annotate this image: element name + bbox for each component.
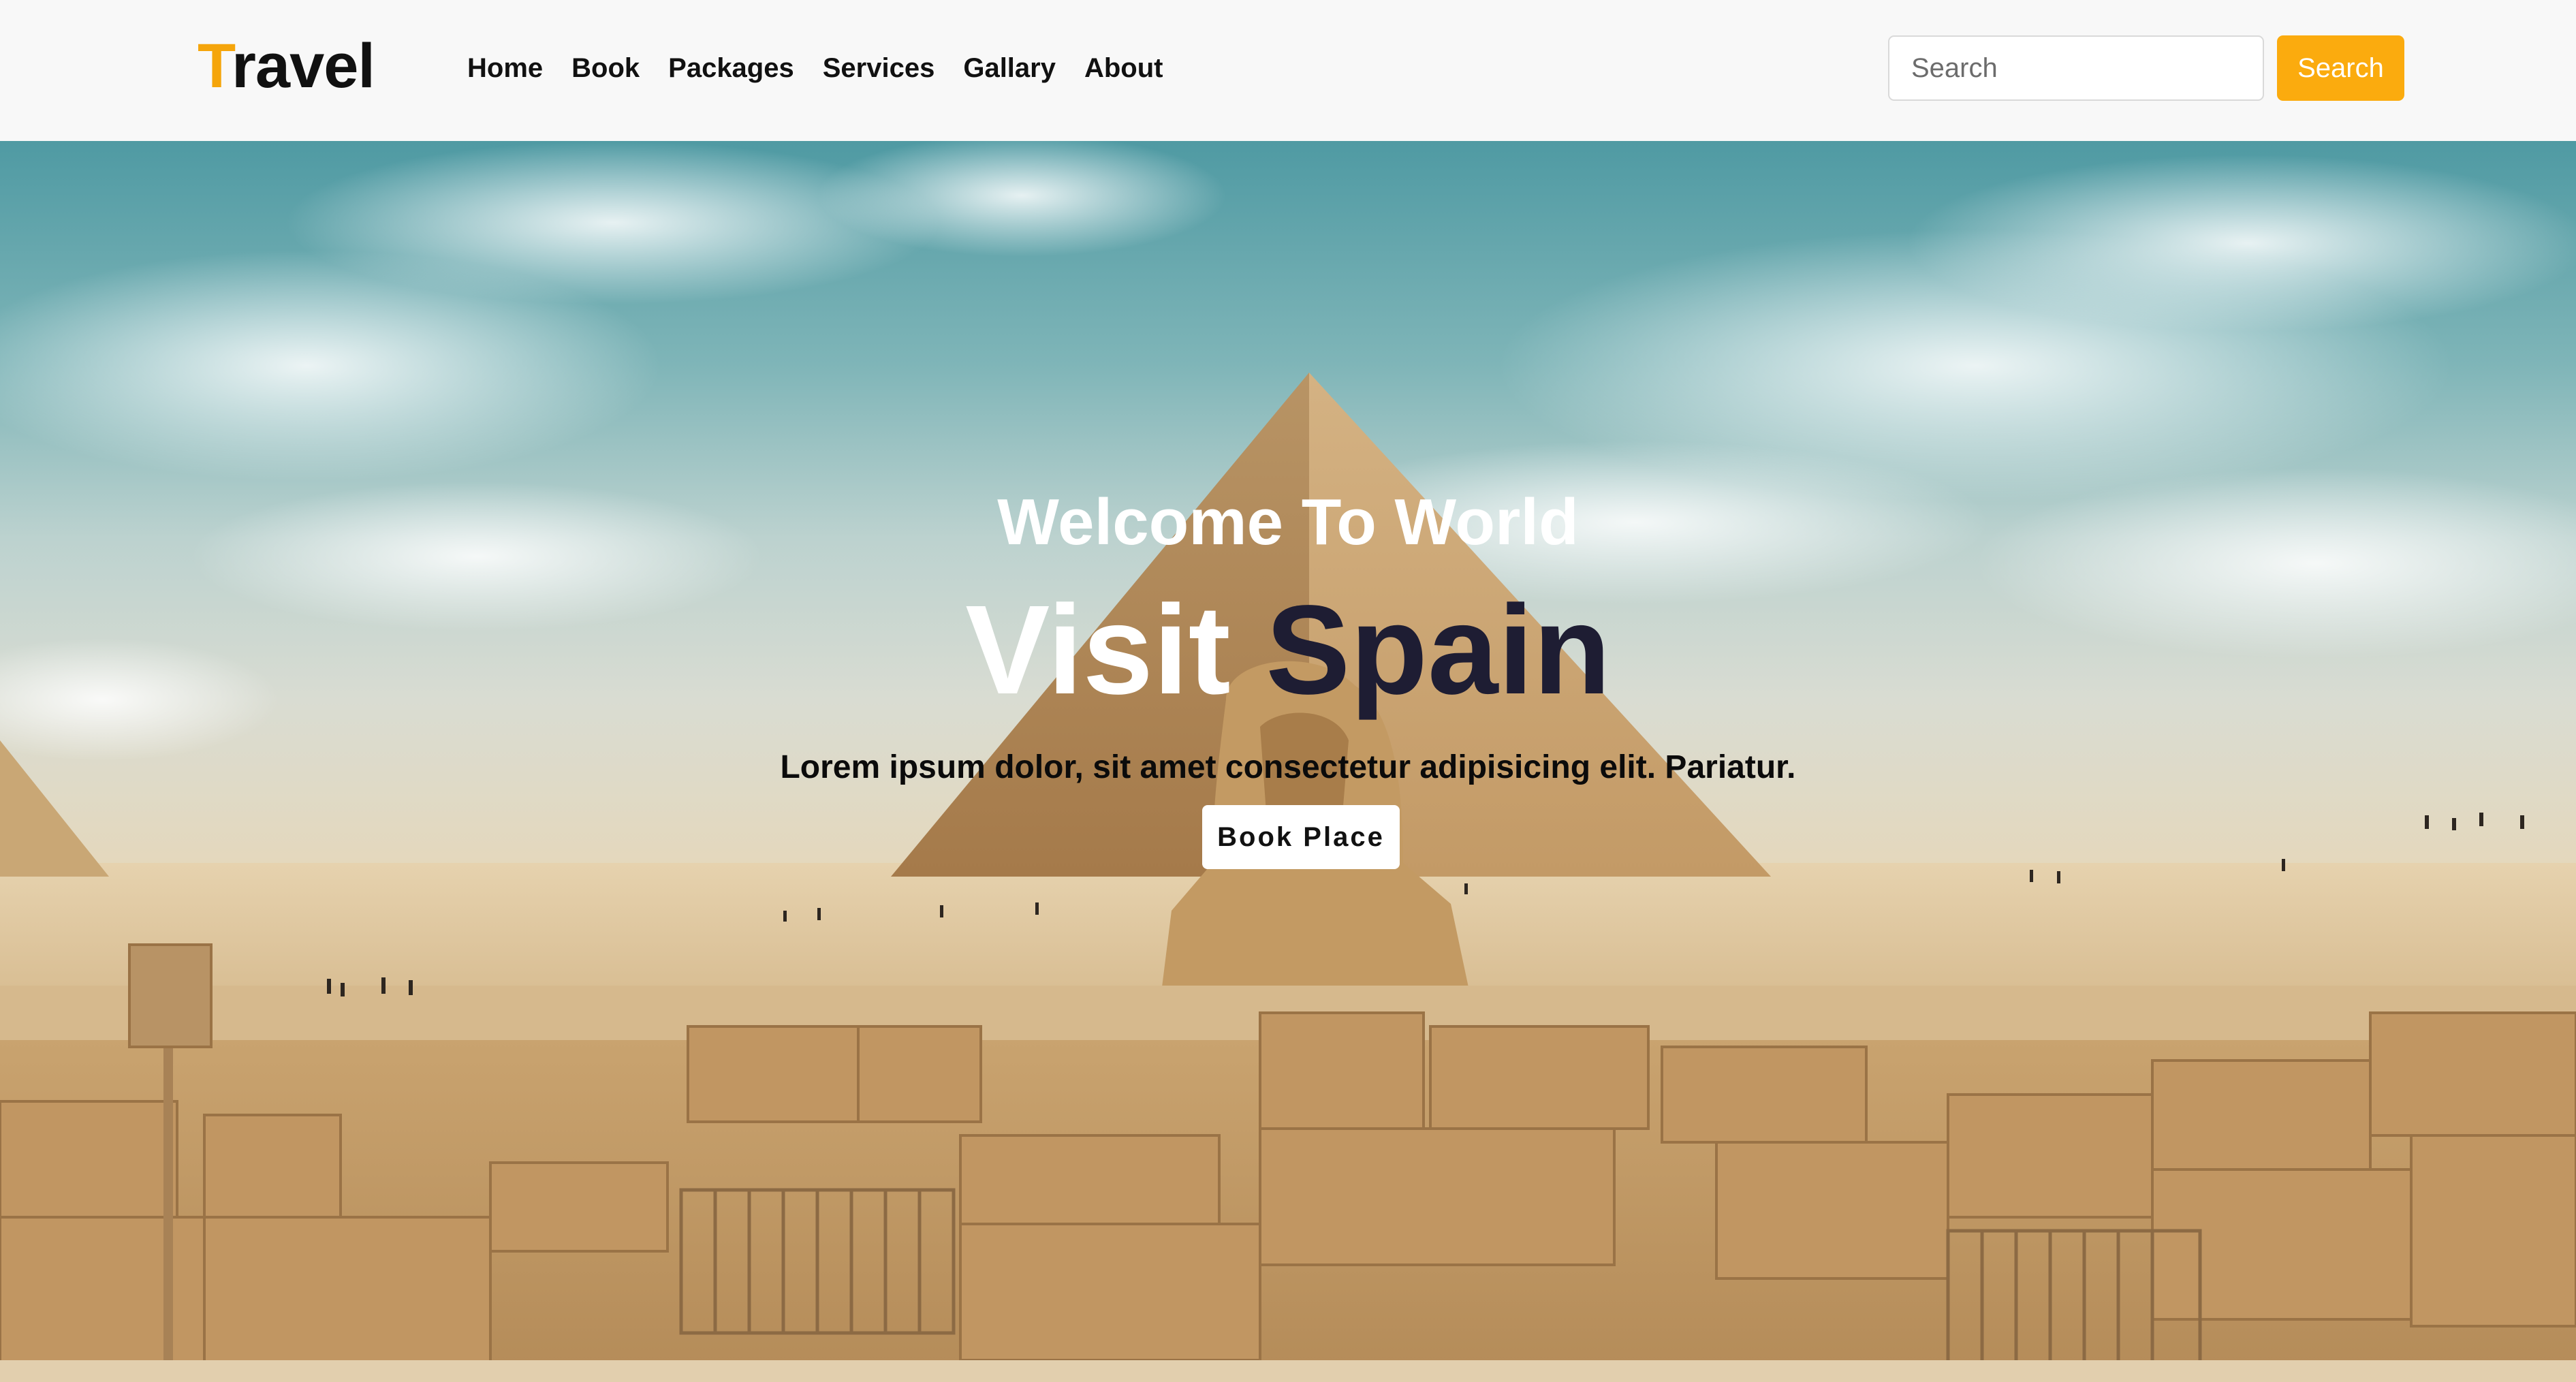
search-input[interactable] bbox=[1888, 35, 2264, 101]
nav-link-services[interactable]: Services bbox=[823, 48, 935, 89]
brand-logo-rest: ravel bbox=[232, 31, 375, 101]
hero-section: Welcome To World Visit Spain Lorem ipsum… bbox=[0, 141, 2576, 1382]
hero-headline-word-visit: Visit bbox=[965, 580, 1231, 721]
nav-link-book[interactable]: Book bbox=[571, 48, 640, 89]
nav-link-gallary[interactable]: Gallary bbox=[963, 48, 1056, 89]
nav-link-packages[interactable]: Packages bbox=[668, 48, 794, 89]
hero-lead-text: Lorem ipsum dolor, sit amet consectetur … bbox=[780, 749, 1796, 785]
search-button[interactable]: Search bbox=[2277, 35, 2404, 101]
hero-headline: Visit Spain bbox=[0, 576, 2576, 725]
nav-link-about[interactable]: About bbox=[1084, 48, 1163, 89]
nav-link-home[interactable]: Home bbox=[467, 48, 543, 89]
book-place-button[interactable]: Book Place bbox=[1202, 805, 1400, 869]
navbar: Travel Home Book Packages Services Galla… bbox=[0, 0, 2576, 141]
main-nav: Home Book Packages Services Gallary Abou… bbox=[467, 48, 1163, 89]
hero-headline-word-spain: Spain bbox=[1266, 580, 1611, 721]
brand-logo[interactable]: Travel bbox=[198, 29, 375, 104]
brand-logo-first-letter: T bbox=[198, 31, 232, 101]
hero-welcome-text: Welcome To World bbox=[997, 486, 1579, 559]
